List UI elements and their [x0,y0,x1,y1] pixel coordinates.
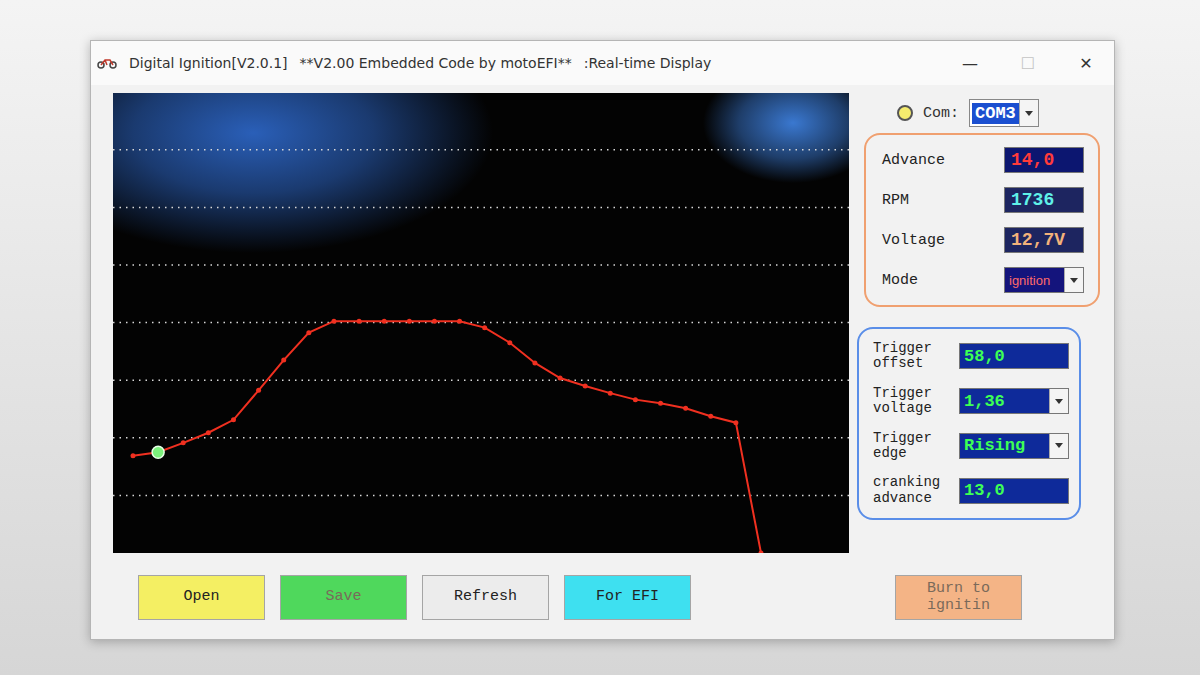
curve-point[interactable] [432,319,437,324]
app-window: Digital Ignition[V2.0.1] **V2.00 Embedded… [90,40,1115,640]
window-control-button[interactable]: — [952,48,988,78]
curve-point[interactable] [482,325,487,330]
connection-indicator [897,105,913,121]
readout-row: Mode ignition [882,267,1084,293]
chart-canvas [113,93,849,553]
curve-point[interactable] [256,388,261,393]
curve-point[interactable] [558,376,563,381]
dropdown-arrow-icon [1049,434,1068,458]
curve-point[interactable] [306,330,311,335]
curve-point[interactable] [131,453,136,458]
readout-value: 14,0 [1004,147,1084,173]
curve-point[interactable] [457,319,462,324]
trigger-dropdown[interactable]: 1,36 [959,388,1069,414]
curve-point[interactable] [382,319,387,324]
curve-point[interactable] [759,551,764,554]
readout-label: Voltage [882,232,945,249]
curve-point[interactable] [181,440,186,445]
readout-value: 1736 [1004,187,1084,213]
trigger-field[interactable]: 13,0 [959,478,1069,504]
com-dropdown[interactable]: COM3 [969,99,1039,127]
grid-line [113,149,849,151]
action-button[interactable]: Save [280,575,407,620]
action-button[interactable]: Open [138,575,265,620]
grid-line [113,495,849,497]
readout-row: RPM 1736 [882,187,1084,213]
advance-chart [113,93,849,553]
readout-label: Mode [882,272,918,289]
curve-point[interactable] [206,430,211,435]
trigger-row: Trigger voltage 1,36 [873,386,1069,417]
curve-point[interactable] [231,417,236,422]
curve-point[interactable] [733,420,738,425]
dropdown-arrow-icon [1019,100,1038,126]
readout-row: Voltage 12,7V [882,227,1084,253]
trigger-row: Trigger edge Rising [873,431,1069,462]
grid-line [113,207,849,209]
trigger-label: Trigger offset [873,341,949,372]
com-label: Com: [923,105,959,122]
curve-point[interactable] [532,360,537,365]
status-group: Advance 14,0 RPM 1736 Voltage 12,7V Mode igniti… [864,133,1100,307]
window-control-button[interactable]: ✕ [1068,48,1104,78]
trigger-group: Trigger offset58,0Trigger voltage1,36Tri… [857,327,1081,520]
dropdown-arrow-icon [1049,389,1068,413]
grid-line [113,379,849,381]
title-bar: Digital Ignition[V2.0.1] **V2.00 Embedded… [91,41,1114,85]
mode-dropdown[interactable]: ignition [1004,267,1084,293]
readout-label: RPM [882,192,909,209]
curve-point[interactable] [683,406,688,411]
trigger-row: Trigger offset 58,0 [873,341,1069,372]
com-row: Com: COM3 [857,93,1107,133]
action-button[interactable]: Burn to ignitin [895,575,1022,620]
dropdown-arrow-icon [1064,268,1083,292]
window-controls: — ☐ ✕ [952,48,1104,78]
grid-line [113,264,849,266]
side-panel: Com: COM3 Advance 14,0 RPM 1736 Voltage 12,7V Mo… [857,93,1107,553]
main-area: Com: COM3 Advance 14,0 RPM 1736 Voltage 12,7V Mo… [91,85,1114,553]
view-title: :Real-time Display [584,55,712,71]
button-bar: Open Save Refresh For EFI Burn to ignitin [91,553,1114,620]
curve-point[interactable] [357,319,362,324]
trigger-dropdown[interactable]: Rising [959,433,1069,459]
curve-point[interactable] [658,401,663,406]
window-subtitle: **V2.00 Embedded Code by motoEFI** [300,55,572,71]
readout-value: 12,7V [1004,227,1084,253]
trigger-field[interactable]: 58,0 [959,343,1069,369]
curve-point[interactable] [633,397,638,402]
action-button[interactable]: Refresh [422,575,549,620]
curve-point[interactable] [708,414,713,419]
action-button[interactable]: For EFI [564,575,691,620]
curve-point[interactable] [331,319,336,324]
window-control-button[interactable]: ☐ [1010,48,1046,78]
motorcycle-icon [97,57,117,69]
window-title: Digital Ignition[V2.0.1] [129,55,288,71]
trigger-label: Trigger voltage [873,386,949,417]
trigger-row: cranking advance 13,0 [873,475,1069,506]
desktop: Digital Ignition[V2.0.1] **V2.00 Embedded… [0,0,1200,675]
com-value: COM3 [972,103,1019,124]
advance-line [133,321,761,553]
curve-point[interactable] [281,358,286,363]
trigger-label: Trigger edge [873,431,949,462]
readout-row: Advance 14,0 [882,147,1084,173]
readout-label: Advance [882,152,945,169]
curve-point[interactable] [407,319,412,324]
grid-line [113,322,849,324]
curve-point[interactable] [507,340,512,345]
current-point-marker [152,446,164,458]
curve-point[interactable] [608,391,613,396]
trigger-label: cranking advance [873,475,949,506]
curve-point[interactable] [583,383,588,388]
